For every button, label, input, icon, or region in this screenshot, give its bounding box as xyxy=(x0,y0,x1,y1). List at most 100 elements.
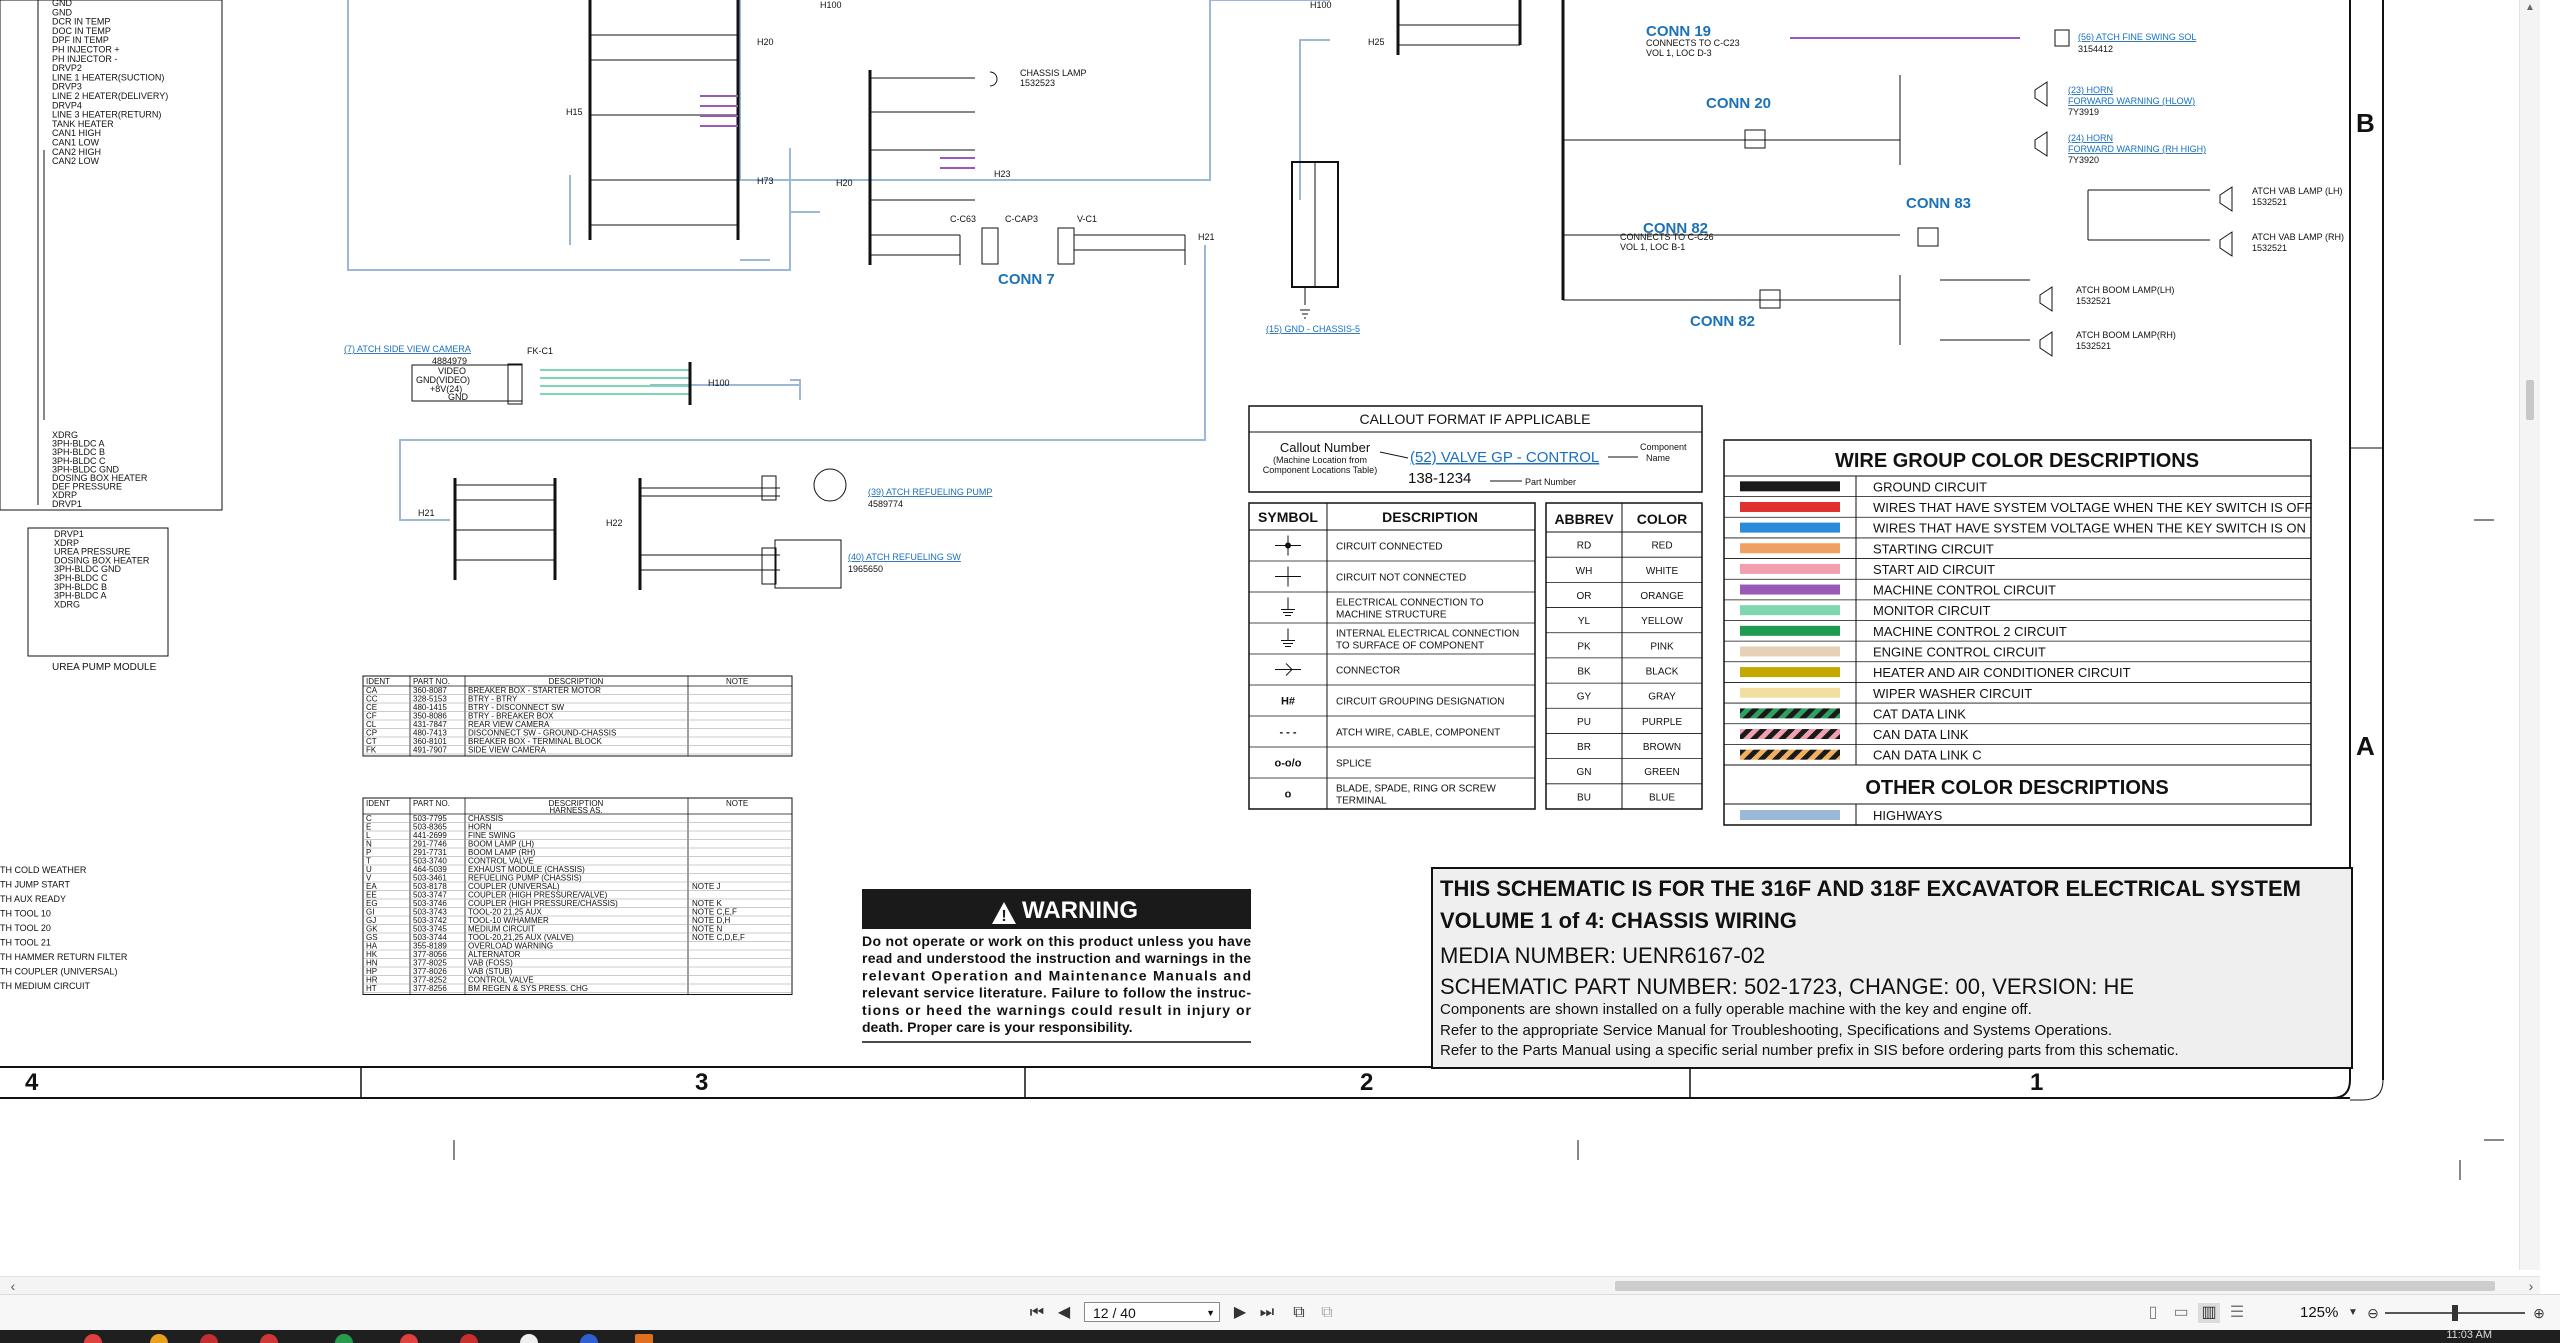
taskbar-app-icon[interactable] xyxy=(580,1334,598,1343)
next-view-icon[interactable]: ⧉ xyxy=(1316,1303,1338,1323)
next-page-icon[interactable]: ▶ xyxy=(1230,1303,1250,1323)
conn83: CONN 83 xyxy=(1906,195,1971,212)
ident-note: NOTE J xyxy=(692,882,720,891)
svg-text:1965650: 1965650 xyxy=(848,564,883,574)
warning-text-line: read and understood the instruction and … xyxy=(862,950,1251,966)
svg-text:1532523: 1532523 xyxy=(1020,78,1055,88)
taskbar-app-icon[interactable] xyxy=(335,1334,353,1343)
wire-color-swatch xyxy=(1740,749,1840,760)
wire-color-swatch xyxy=(1740,501,1840,512)
scroll-right-icon[interactable]: › xyxy=(2522,1277,2540,1295)
taskbar-app-icon[interactable] xyxy=(460,1334,478,1343)
symbol-description: SPLICE xyxy=(1336,759,1372,770)
taskbar-app-icon[interactable] xyxy=(520,1334,538,1343)
abbrev-color: YELLOW xyxy=(1641,616,1683,627)
zone-number: 2 xyxy=(1360,1069,1373,1096)
svg-text:!: ! xyxy=(1001,908,1006,925)
wire-group-label: WIRES THAT HAVE SYSTEM VOLTAGE WHEN THE … xyxy=(1873,521,2306,536)
ident-table-cables: IDENT PART NO. DESCRIPTION NOTECA 360-8087 BR… xyxy=(362,675,793,757)
taskbar-app-icon[interactable] xyxy=(84,1334,102,1343)
taskbar-app-icon[interactable] xyxy=(260,1334,278,1343)
link-horn1b: FORWARD WARNING (HLOW) xyxy=(2068,96,2195,106)
zone-letter: B xyxy=(2356,108,2375,138)
first-page-icon[interactable]: ⏮ xyxy=(1026,1303,1048,1323)
zoom-slider-thumb[interactable] xyxy=(2452,1305,2458,1321)
continuous-facing-view-icon[interactable]: ☰ xyxy=(2226,1303,2248,1323)
symbol-table: SYMBOL DESCRIPTION CIRCUIT CONNECTED CIRC… xyxy=(1248,502,1536,810)
ident-description: BM REGEN & SYS PRESS. CHG xyxy=(468,984,588,993)
scroll-up-icon[interactable]: ▲ xyxy=(2520,0,2540,16)
single-page-view-icon[interactable]: ▯ xyxy=(2142,1303,2164,1323)
svg-text:H100: H100 xyxy=(820,0,842,10)
horizontal-scrollbar[interactable]: ‹ › xyxy=(0,1276,2540,1295)
side-view-camera: (7) ATCH SIDE VIEW CAMERA 4884979 VIDEO … xyxy=(344,344,730,405)
page-number-value: 12 / 40 xyxy=(1093,1305,1136,1321)
harness-h21: H21 H22 (39) ATCH REFUELING PUMP 4589774… xyxy=(418,468,992,590)
abbrev-color: PINK xyxy=(1650,641,1674,652)
continuous-view-icon[interactable]: ▭ xyxy=(2170,1303,2192,1323)
document-viewport[interactable]: 4321 BA GND GND DCR IN TEMP DOC IN TEMP DPF … xyxy=(0,0,2540,1270)
taskbar-app-icon[interactable] xyxy=(400,1334,418,1343)
vertical-scroll-thumb[interactable] xyxy=(2526,380,2534,420)
previous-view-icon[interactable]: ⧉ xyxy=(1288,1303,1310,1323)
zoom-dropdown-icon[interactable]: ▼ xyxy=(2346,1303,2360,1323)
wire-group-label: CAN DATA LINK C xyxy=(1873,748,1982,763)
abbrev-color: RED xyxy=(1651,541,1672,552)
link-pump: (39) ATCH REFUELING PUMP xyxy=(868,487,992,497)
comp-boom-lh: ATCH BOOM LAMP(LH) xyxy=(2076,285,2174,295)
wire-group-label: HEATER AND AIR CONDITIONER CIRCUIT xyxy=(1873,665,2131,680)
abbrev-code: OR xyxy=(1577,591,1592,602)
warning-box: ! WARNING Do not operate or work on this… xyxy=(862,889,1252,1043)
ident-code: HT xyxy=(366,984,377,993)
symbol-description: MACHINE STRUCTURE xyxy=(1336,610,1447,621)
svg-text:FK-C1: FK-C1 xyxy=(527,346,553,356)
chevron-down-icon[interactable]: ▼ xyxy=(1206,1303,1215,1323)
scroll-down-icon[interactable]: ▼ xyxy=(2520,1269,2540,1270)
abbrev-code: BK xyxy=(1577,667,1591,678)
warning-text-line: Do not operate or work on this product u… xyxy=(862,933,1251,949)
conn20: CONN 20 xyxy=(1706,95,1771,112)
callout-number: Callout Number xyxy=(1280,440,1371,455)
scroll-left-icon[interactable]: ‹ xyxy=(4,1277,22,1295)
highways xyxy=(347,0,1330,521)
abbrev-color: BLACK xyxy=(1646,667,1679,678)
warning-title: WARNING xyxy=(1022,897,1138,924)
zone-number: 4 xyxy=(25,1069,39,1096)
page-number-field[interactable]: 12 / 40 ▼ xyxy=(1084,1302,1220,1322)
svg-text:H22: H22 xyxy=(606,518,623,528)
gnd-chassis-connector: (15) GND - CHASSIS-5 H25 xyxy=(1266,0,1522,334)
wire-color-swatch xyxy=(1740,810,1840,820)
taskbar-app-icon[interactable] xyxy=(150,1334,168,1343)
symbol-description: CIRCUIT CONNECTED xyxy=(1336,542,1442,553)
zoom-out-icon[interactable]: ⊖ xyxy=(2364,1303,2382,1323)
svg-text:4884979: 4884979 xyxy=(432,356,467,366)
taskbar-app-icon[interactable] xyxy=(635,1334,653,1343)
horizontal-scroll-thumb[interactable] xyxy=(1615,1281,2495,1291)
vertical-scrollbar[interactable]: ▲ ▼ xyxy=(2519,0,2540,1270)
zone-letter: A xyxy=(2356,731,2375,761)
symbol-glyph: - - - xyxy=(1279,727,1296,739)
symbol-description: CIRCUIT NOT CONNECTED xyxy=(1336,573,1466,584)
svg-text:CONNECTS TO C-C26: CONNECTS TO C-C26 xyxy=(1620,232,1714,242)
wire-group-label: STARTING CIRCUIT xyxy=(1873,541,1994,556)
abbrev-code: PK xyxy=(1577,641,1591,652)
last-page-icon[interactable]: ⏭ xyxy=(1256,1303,1278,1323)
taskbar-app-icon[interactable] xyxy=(200,1334,218,1343)
ident-part: 491-7907 xyxy=(413,746,447,755)
harness-h15: H15 H20 H73 H100 H100 xyxy=(566,0,1332,240)
wire-color-swatch xyxy=(1740,481,1840,492)
zoom-level[interactable]: 125% xyxy=(2300,1303,2338,1323)
callout-sub2: Component Locations Table) xyxy=(1263,465,1377,475)
svg-text:H100: H100 xyxy=(708,378,730,388)
facing-view-icon[interactable]: ▥ xyxy=(2198,1303,2220,1323)
link-horn1: (23) HORN xyxy=(2068,85,2113,95)
svg-text:H21: H21 xyxy=(1198,232,1215,242)
zoom-in-icon[interactable]: ⊕ xyxy=(2530,1303,2548,1323)
previous-page-icon[interactable]: ◀ xyxy=(1054,1303,1074,1323)
wg-other-title: OTHER COLOR DESCRIPTIONS xyxy=(1865,777,2168,799)
ident-note: NOTE C,D,E,F xyxy=(692,933,745,942)
tb-n2: Refer to the appropriate Service Manual … xyxy=(1440,1022,2112,1039)
wire-group-label: ENGINE CONTROL CIRCUIT xyxy=(1873,644,2046,659)
ab-h1: COLOR xyxy=(1637,511,1688,527)
svg-text:CONNECTS TO C-C23: CONNECTS TO C-C23 xyxy=(1646,38,1740,48)
